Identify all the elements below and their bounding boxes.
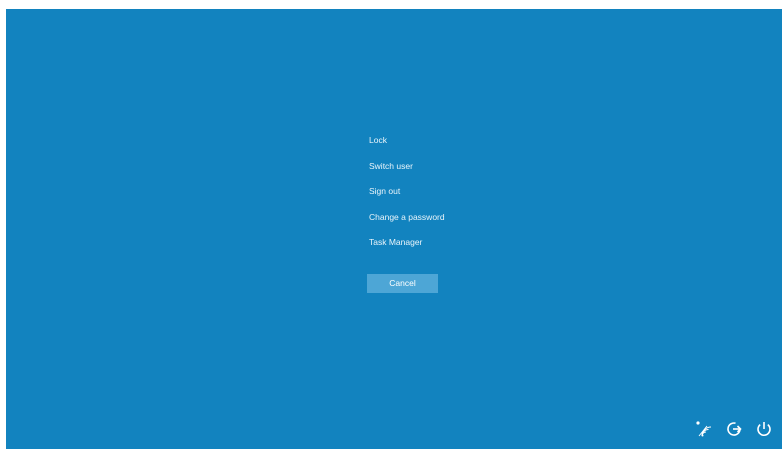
menu-item-change-password[interactable]: Change a password <box>368 211 446 237</box>
ease-of-access-icon <box>725 420 743 438</box>
power-button[interactable] <box>754 419 774 439</box>
cancel-button[interactable]: Cancel <box>367 274 438 293</box>
menu-item-label: Sign out <box>369 186 401 196</box>
menu-item-label: Lock <box>369 135 387 145</box>
network-icon <box>695 420 713 438</box>
security-options-screen: Lock Switch user Sign out Change a passw… <box>6 9 782 449</box>
menu-item-label: Switch user <box>369 160 413 171</box>
security-options-menu: Lock Switch user Sign out Change a passw… <box>368 134 446 262</box>
menu-item-lock[interactable]: Lock <box>368 134 446 160</box>
power-icon <box>755 420 773 438</box>
network-button[interactable] <box>694 419 714 439</box>
menu-item-label: Change a password <box>369 211 445 222</box>
ease-of-access-button[interactable] <box>724 419 744 439</box>
menu-item-sign-out[interactable]: Sign out <box>368 185 446 211</box>
menu-item-label: Task Manager <box>369 237 423 247</box>
system-tray <box>694 419 774 439</box>
menu-item-switch-user[interactable]: Switch user <box>368 160 446 186</box>
menu-item-task-manager[interactable]: Task Manager <box>368 236 446 262</box>
